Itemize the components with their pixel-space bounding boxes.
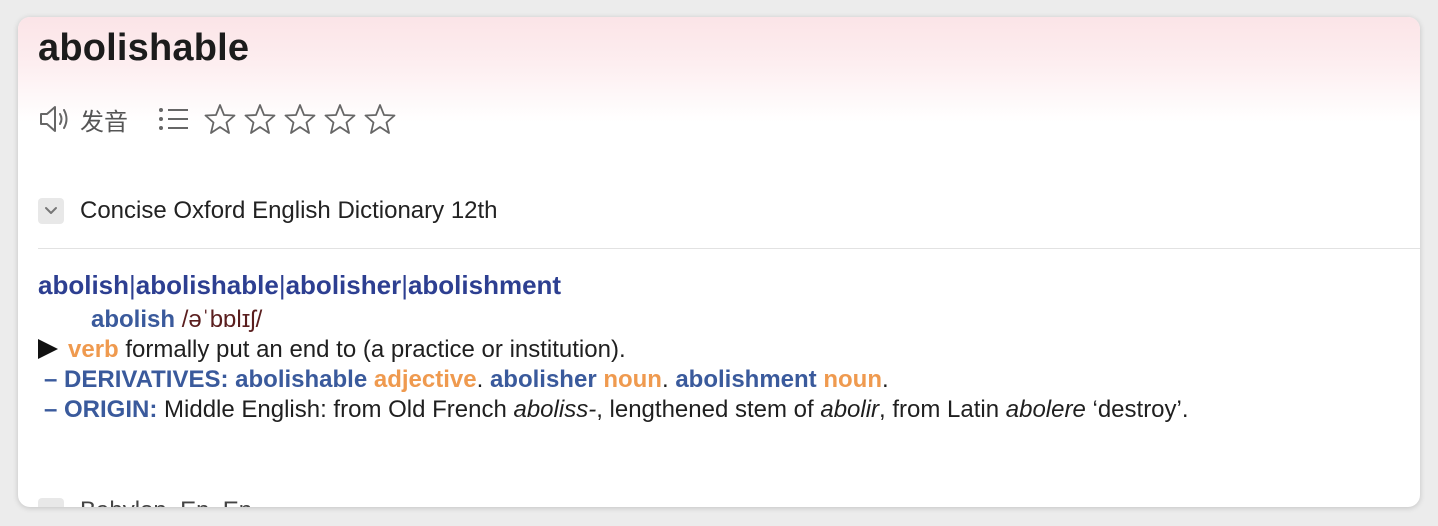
collapse-button[interactable]	[38, 198, 64, 224]
dictionary-section-header: Concise Oxford English Dictionary 12th	[38, 197, 498, 225]
origin-line: – ORIGIN: Middle English: from Old Frenc…	[38, 395, 1408, 425]
section-title: Concise Oxford English Dictionary 12th	[80, 197, 498, 224]
list-icon	[158, 105, 190, 133]
derivative-word: abolishable	[235, 366, 368, 393]
headword-line: abolish /əˈbɒlɪʃ/	[38, 305, 1408, 335]
definition: formally put an end to (a practice or in…	[125, 336, 626, 363]
origin-text: , lengthened stem of	[596, 396, 821, 423]
chevron-down-icon	[44, 206, 58, 216]
origin-italic: abolere	[1005, 396, 1086, 423]
pronunciation: /əˈbɒlɪʃ/	[181, 306, 263, 333]
speaker-icon	[38, 104, 72, 134]
section-divider	[38, 248, 1420, 249]
derivatives-label: – DERIVATIVES:	[44, 366, 229, 393]
origin-text: , from Latin	[879, 396, 1006, 423]
star-icon-2[interactable]	[244, 103, 276, 135]
star-icon-1[interactable]	[204, 103, 236, 135]
star-icon-5[interactable]	[364, 103, 396, 135]
origin-italic: aboliss-	[513, 396, 597, 423]
word-forms: abolish|abolishable|abolisher|abolishmen…	[38, 269, 1408, 301]
origin-label: – ORIGIN:	[44, 396, 158, 423]
derivative-word: abolisher	[489, 366, 597, 393]
derivative-pos: noun	[823, 366, 882, 393]
word-form-link[interactable]: abolisher	[286, 270, 402, 300]
derivative-word: abolishment	[675, 366, 817, 393]
wordlist-button[interactable]	[158, 105, 190, 133]
origin-italic: abolir	[820, 396, 880, 423]
dictionary-entry: abolish|abolishable|abolisher|abolishmen…	[38, 269, 1408, 425]
sense-line: verb formally put an end to (a practice …	[38, 335, 1408, 365]
pronounce-label: 发音	[80, 108, 128, 136]
derivatives-line: – DERIVATIVES: abolishable adjective. ab…	[44, 366, 889, 393]
derivative-pos: noun	[603, 366, 662, 393]
star-icon-4[interactable]	[324, 103, 356, 135]
page-title: abolishable	[38, 27, 250, 69]
form-separator: |	[129, 270, 136, 300]
entry-headword: abolish	[91, 306, 176, 333]
form-separator: |	[278, 270, 286, 300]
star-icon-3[interactable]	[284, 103, 316, 135]
collapse-button-2[interactable]	[38, 498, 64, 507]
part-of-speech: verb	[68, 336, 119, 363]
form-separator: |	[401, 270, 408, 300]
dictionary-window: abolishable 发音 Concise Oxford English Di…	[18, 17, 1420, 507]
word-form-link[interactable]: abolishable	[136, 270, 279, 300]
word-form-link[interactable]: abolish	[38, 270, 129, 300]
rating-stars	[204, 103, 404, 135]
origin-text: Middle English: from Old French	[164, 396, 514, 423]
origin-text: ‘destroy’.	[1085, 396, 1189, 423]
derivative-pos: adjective	[373, 366, 477, 393]
chevron-down-icon	[44, 506, 58, 507]
entry-toolbar: 发音	[38, 101, 404, 137]
dictionary-section-header-2: Babylon_En_En	[38, 497, 252, 507]
pronounce-button[interactable]: 发音	[38, 102, 128, 137]
sense-marker-icon	[38, 339, 58, 359]
word-form-link[interactable]: abolishment	[408, 270, 561, 300]
section-title-2: Babylon_En_En	[80, 497, 252, 507]
